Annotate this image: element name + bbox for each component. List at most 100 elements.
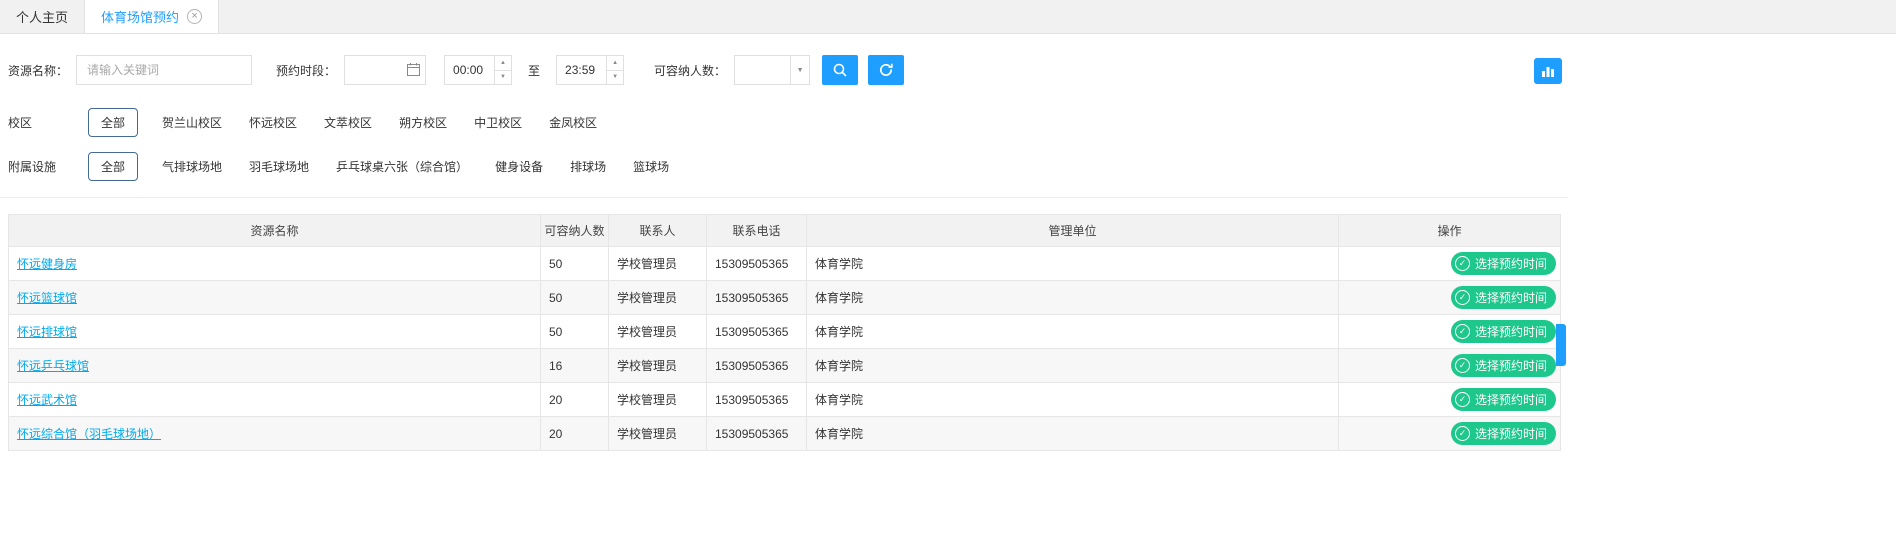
resource-table: 资源名称 可容纳人数 联系人 联系电话 管理单位 操作 怀远健身房 50 学校管…	[8, 214, 1561, 451]
end-time-input[interactable]	[557, 56, 606, 84]
resource-name-label: 资源名称：	[8, 62, 68, 79]
chevron-up-icon[interactable]: ▲	[607, 56, 623, 71]
check-circle-icon: ✓	[1455, 290, 1470, 305]
calendar-icon[interactable]	[406, 62, 421, 77]
select-time-button[interactable]: ✓ 选择预约时间	[1451, 422, 1556, 445]
tab-venue-reservation[interactable]: 体育场馆预约 ×	[85, 0, 219, 33]
select-time-button[interactable]: ✓ 选择预约时间	[1451, 252, 1556, 275]
facility-option[interactable]: 健身设备	[495, 158, 543, 175]
campus-filter-row: 校区 全部 贺兰山校区 怀远校区 文萃校区 朔方校区 中卫校区 金凤校区	[0, 100, 1568, 144]
select-time-button[interactable]: ✓ 选择预约时间	[1451, 286, 1556, 309]
facility-label: 附属设施	[8, 158, 88, 175]
resource-link[interactable]: 怀远乒乓球馆	[17, 359, 89, 373]
facility-option-all[interactable]: 全部	[88, 152, 138, 181]
resource-name-cell: 怀远健身房	[9, 247, 541, 281]
capacity-cell: 50	[541, 281, 609, 315]
capacity-cell: 20	[541, 417, 609, 451]
resource-name-input[interactable]	[76, 55, 252, 85]
refresh-icon	[878, 62, 894, 78]
tab-venue-reservation-label: 体育场馆预约	[101, 7, 179, 26]
end-time-stepper: ▲ ▼	[606, 56, 623, 84]
campus-option[interactable]: 贺兰山校区	[162, 114, 222, 131]
table-row: 怀远排球馆 50 学校管理员 15309505365 体育学院 ✓ 选择预约时间	[9, 315, 1561, 349]
tab-personal-home[interactable]: 个人主页	[0, 0, 85, 33]
filter-bar: 资源名称： 预约时段： ▲ ▼ 至	[0, 34, 1568, 100]
start-time-stepper: ▲ ▼	[494, 56, 511, 84]
capacity-cell: 50	[541, 247, 609, 281]
campus-option[interactable]: 怀远校区	[249, 114, 297, 131]
campus-option[interactable]: 文萃校区	[324, 114, 372, 131]
side-panel-toggle[interactable]	[1556, 324, 1566, 366]
main-content: 资源名称： 预约时段： ▲ ▼ 至	[0, 34, 1568, 451]
contact-cell: 学校管理员	[609, 349, 707, 383]
refresh-button[interactable]	[868, 55, 904, 85]
facility-option[interactable]: 羽毛球场地	[249, 158, 309, 175]
facility-option[interactable]: 篮球场	[633, 158, 669, 175]
action-cell: ✓ 选择预约时间	[1339, 281, 1561, 315]
facility-option[interactable]: 气排球场地	[162, 158, 222, 175]
search-button[interactable]	[822, 55, 858, 85]
unit-cell: 体育学院	[807, 247, 1339, 281]
col-header-resource-name: 资源名称	[9, 215, 541, 247]
facility-option[interactable]: 排球场	[570, 158, 606, 175]
chevron-down-icon[interactable]: ▼	[790, 56, 809, 84]
capacity-select-value	[735, 56, 790, 84]
campus-option[interactable]: 朔方校区	[399, 114, 447, 131]
date-picker[interactable]	[344, 55, 426, 85]
resource-link[interactable]: 怀远健身房	[17, 257, 77, 271]
stats-button[interactable]	[1534, 58, 1562, 84]
capacity-cell: 20	[541, 383, 609, 417]
start-time-input[interactable]	[445, 56, 494, 84]
table-row: 怀远武术馆 20 学校管理员 15309505365 体育学院 ✓ 选择预约时间	[9, 383, 1561, 417]
col-header-action: 操作	[1339, 215, 1561, 247]
campus-option[interactable]: 金凤校区	[549, 114, 597, 131]
resource-link[interactable]: 怀远武术馆	[17, 393, 77, 407]
resource-name-cell: 怀远排球馆	[9, 315, 541, 349]
action-cell: ✓ 选择预约时间	[1339, 383, 1561, 417]
resource-name-cell: 怀远武术馆	[9, 383, 541, 417]
select-time-label: 选择预约时间	[1475, 391, 1547, 408]
col-header-contact: 联系人	[609, 215, 707, 247]
campus-option-all[interactable]: 全部	[88, 108, 138, 137]
chevron-down-icon[interactable]: ▼	[607, 71, 623, 85]
tab-personal-home-label: 个人主页	[16, 7, 68, 26]
chevron-down-icon[interactable]: ▼	[495, 71, 511, 85]
phone-cell: 15309505365	[707, 383, 807, 417]
action-cell: ✓ 选择预约时间	[1339, 417, 1561, 451]
resource-link[interactable]: 怀远排球馆	[17, 325, 77, 339]
facility-option[interactable]: 乒乓球桌六张（综合馆）	[336, 158, 468, 175]
col-header-unit: 管理单位	[807, 215, 1339, 247]
end-time-spinner: ▲ ▼	[556, 55, 624, 85]
select-time-button[interactable]: ✓ 选择预约时间	[1451, 354, 1556, 377]
phone-cell: 15309505365	[707, 417, 807, 451]
date-input[interactable]	[345, 63, 401, 77]
select-time-button[interactable]: ✓ 选择预约时间	[1451, 388, 1556, 411]
chevron-up-icon[interactable]: ▲	[495, 56, 511, 71]
capacity-select[interactable]: ▼	[734, 55, 810, 85]
phone-cell: 15309505365	[707, 349, 807, 383]
capacity-label: 可容纳人数：	[654, 62, 726, 79]
table-header: 资源名称 可容纳人数 联系人 联系电话 管理单位 操作	[9, 215, 1561, 247]
campus-option[interactable]: 中卫校区	[474, 114, 522, 131]
search-icon	[832, 62, 848, 78]
select-time-label: 选择预约时间	[1475, 289, 1547, 306]
resource-link[interactable]: 怀远篮球馆	[17, 291, 77, 305]
col-header-capacity: 可容纳人数	[541, 215, 609, 247]
select-time-button[interactable]: ✓ 选择预约时间	[1451, 320, 1556, 343]
capacity-cell: 50	[541, 315, 609, 349]
resource-link[interactable]: 怀远综合馆（羽毛球场地）	[17, 427, 161, 441]
phone-cell: 15309505365	[707, 247, 807, 281]
col-header-phone: 联系电话	[707, 215, 807, 247]
campus-label: 校区	[8, 114, 88, 131]
time-period-label: 预约时段：	[276, 62, 336, 79]
select-time-label: 选择预约时间	[1475, 357, 1547, 374]
resource-name-cell: 怀远乒乓球馆	[9, 349, 541, 383]
unit-cell: 体育学院	[807, 383, 1339, 417]
unit-cell: 体育学院	[807, 315, 1339, 349]
close-icon[interactable]: ×	[187, 9, 202, 24]
contact-cell: 学校管理员	[609, 315, 707, 349]
table-row: 怀远篮球馆 50 学校管理员 15309505365 体育学院 ✓ 选择预约时间	[9, 281, 1561, 315]
facility-filter-row: 附属设施 全部 气排球场地 羽毛球场地 乒乓球桌六张（综合馆） 健身设备 排球场…	[0, 144, 1568, 188]
table-row: 怀远健身房 50 学校管理员 15309505365 体育学院 ✓ 选择预约时间	[9, 247, 1561, 281]
contact-cell: 学校管理员	[609, 281, 707, 315]
